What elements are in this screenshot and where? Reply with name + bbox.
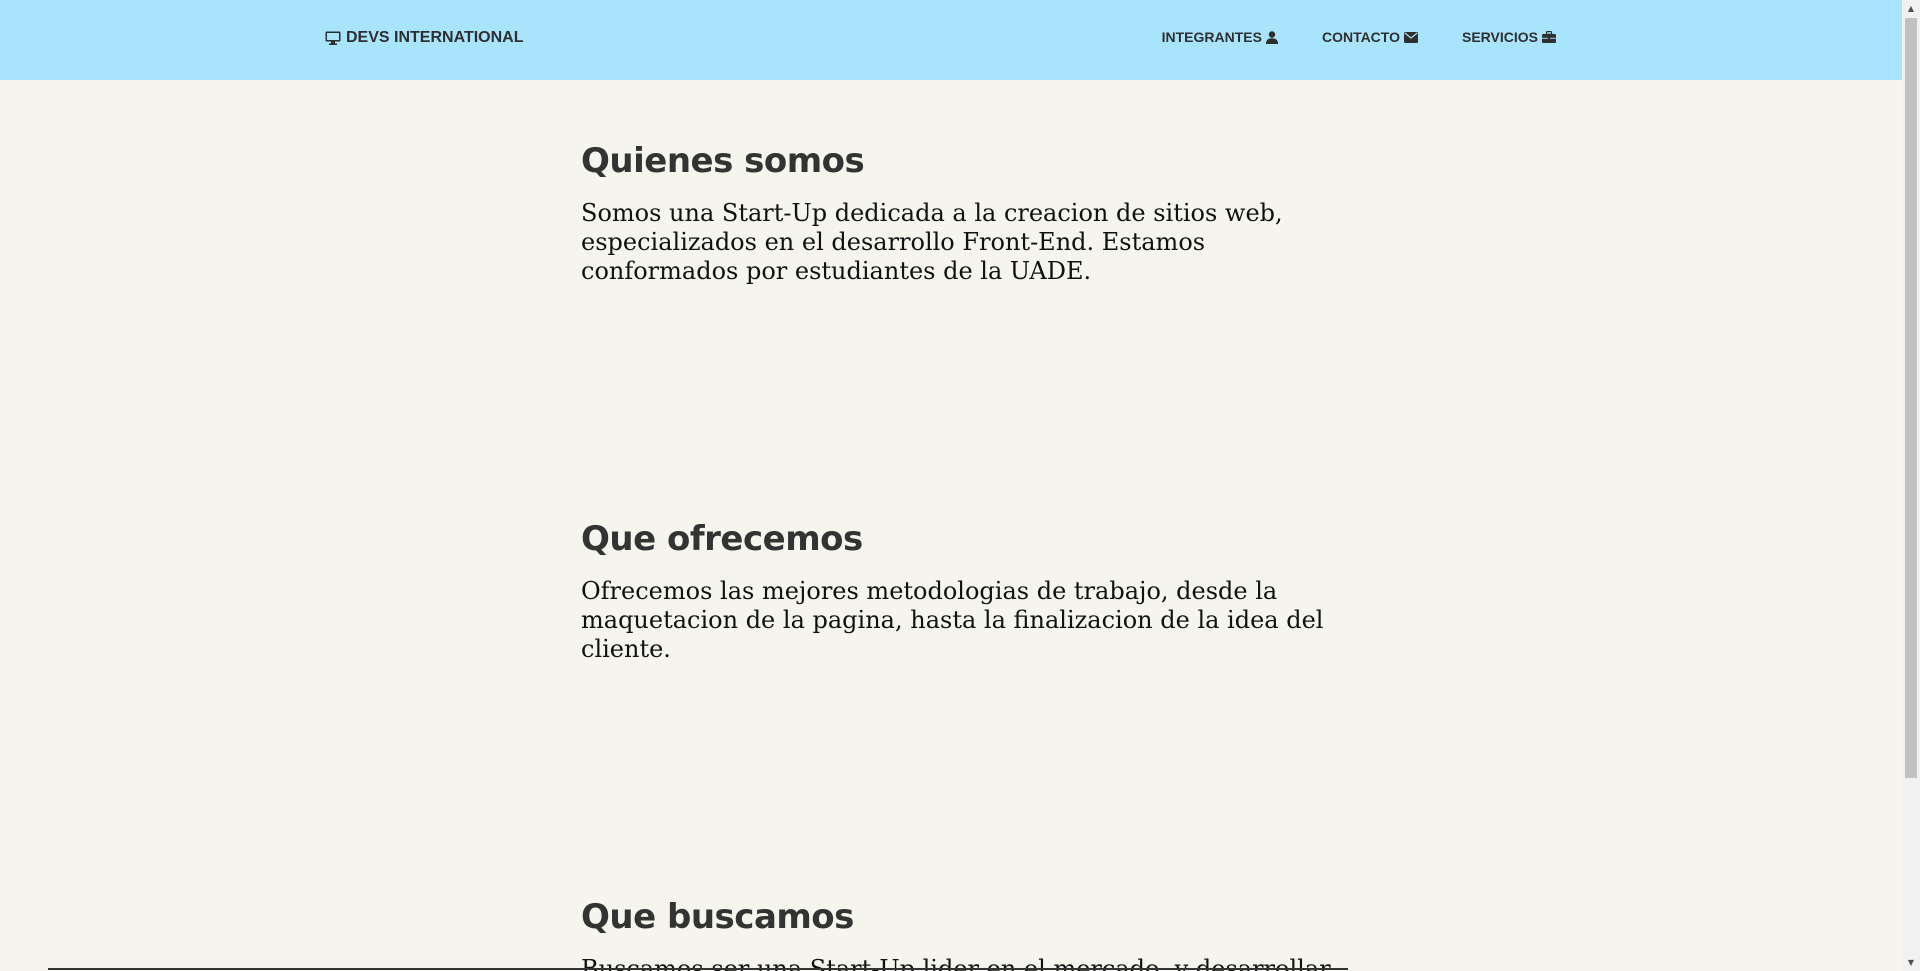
nav-link-contacto[interactable]: CONTACTO [1322,29,1418,45]
section-que-ofrecemos: Que ofrecemos Ofrecemos las mejores meto… [581,519,1341,664]
envelope-icon [1404,31,1418,43]
section-title: Que ofrecemos [581,519,863,559]
brand-label: DEVS INTERNATIONAL [346,29,524,46]
nav-link-label: CONTACTO [1321,29,1400,45]
scroll-down-arrow-icon[interactable]: ▼ [1902,954,1920,971]
nav-link-servicios[interactable]: SERVICIOS [1462,29,1556,45]
section-title: Quienes somos [581,141,865,181]
briefcase-icon [1542,31,1556,43]
scrollbar-thumb[interactable] [1905,18,1917,778]
nav-links: INTEGRANTES CONTACTO SERVICIOS [1162,29,1556,45]
desktop-icon [325,31,341,45]
brand-link[interactable]: DEVS INTERNATIONAL [325,29,523,47]
nav-link-label: SERVICIOS [1462,29,1538,45]
nav-link-integrantes[interactable]: INTEGRANTES [1162,29,1278,45]
top-navbar: DEVS INTERNATIONAL INTEGRANTES CONTACTO … [0,0,1902,80]
bottom-divider [48,968,1348,970]
user-icon [1265,30,1278,44]
scroll-up-arrow-icon[interactable]: ▲ [1902,0,1920,17]
section-title: Que buscamos [581,897,854,937]
section-text: Ofrecemos las mejores metodologias de tr… [581,577,1324,663]
nav-link-label: INTEGRANTES [1161,29,1262,45]
vertical-scrollbar[interactable]: ▲ ▼ [1902,0,1920,971]
section-que-buscamos: Que buscamos Buscamos ser una Start-Up l… [581,897,1341,971]
section-text: Somos una Start-Up dedicada a la creacio… [581,199,1283,285]
section-quienes-somos: Quienes somos Somos una Start-Up dedicad… [581,141,1341,286]
